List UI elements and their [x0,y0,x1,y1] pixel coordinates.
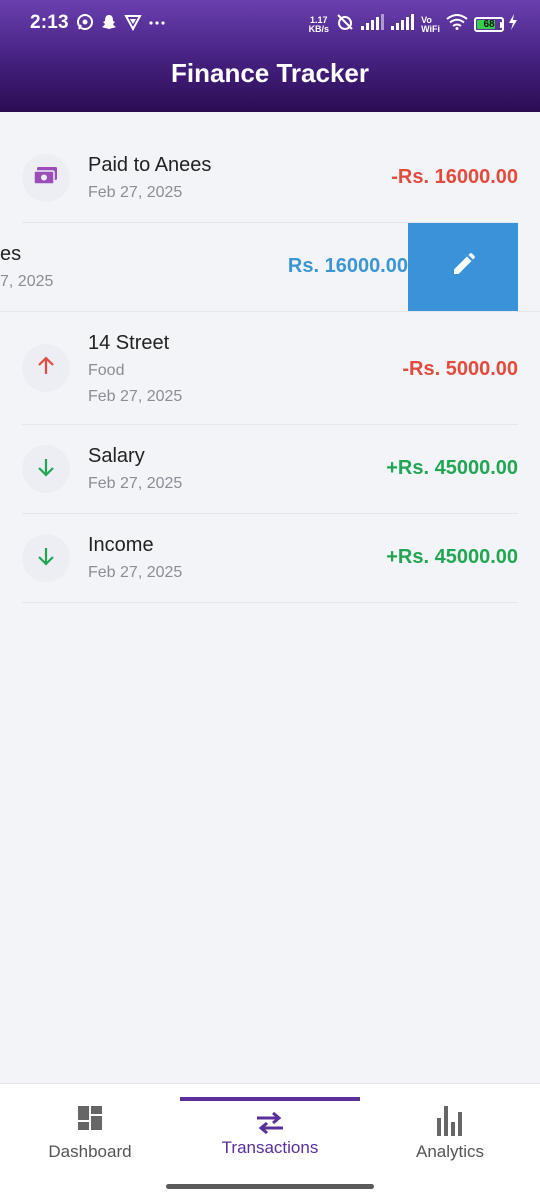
transaction-icon-circle [22,154,70,202]
battery-indicator: 68 [474,17,504,32]
snapchat-icon [100,13,118,36]
nav-label: Transactions [221,1138,319,1157]
transaction-title: 14 Street [88,332,170,354]
more-dots-icon [148,13,166,36]
nav-dashboard[interactable]: Dashboard [0,1084,180,1184]
transaction-date: Feb 27, 2025 [88,184,183,201]
transaction-date: Feb 27, 2025 [88,475,183,492]
app-header: 2:13 1.17 KB/s Vo WiFi 68 Finance Tracke… [0,0,540,112]
charging-bolt-icon [508,14,518,35]
nav-label: Analytics [415,1142,485,1161]
transaction-row[interactable]: Paid to Anees Feb 27, 2025 -Rs. 16000.00 [22,134,518,223]
wifi-text: WiFi [421,23,440,34]
pencil-icon [450,252,476,283]
transaction-row-swiped[interactable]: es 7, 2025 Rs. 16000.00 [0,223,540,312]
nav-analytics[interactable]: Analytics [360,1084,540,1184]
notification-icons [76,13,166,36]
gesture-home-bar[interactable] [166,1184,374,1189]
nav-label: Dashboard [48,1142,132,1161]
transaction-date: Feb 27, 2025 [88,564,183,581]
swiped-row-content[interactable]: es 7, 2025 Rs. 16000.00 [0,223,408,311]
transaction-title: Income [88,534,154,556]
battery-percent: 68 [483,19,495,30]
page-title: Finance Tracker [171,58,369,88]
arrow-down-icon [36,546,56,571]
transaction-amount: +Rs. 45000.00 [386,546,518,568]
wifi-icon [446,14,468,35]
transaction-row[interactable]: Income Feb 27, 2025 +Rs. 45000.00 [22,514,518,603]
vowifi-label: Vo WiFi [421,15,440,34]
system-icons: 1.17 KB/s Vo WiFi 68 [309,12,518,37]
transaction-date-partial: 7, 2025 [0,273,54,290]
transaction-amount: +Rs. 45000.00 [386,457,518,479]
whatsapp-icon [76,13,94,36]
transaction-list: Paid to Anees Feb 27, 2025 -Rs. 16000.00… [0,134,540,603]
dashboard-icon [0,1104,180,1132]
transaction-row[interactable]: 14 Street Food Feb 27, 2025 -Rs. 5000.00 [22,312,518,425]
app-screen: 2:13 1.17 KB/s Vo WiFi 68 Finance Tracke… [0,0,540,1200]
transaction-row[interactable]: Salary Feb 27, 2025 +Rs. 45000.00 [22,425,518,514]
arrow-down-icon [36,457,56,482]
payment-icon [33,165,59,192]
alarm-off-icon [335,12,355,37]
active-tab-indicator [180,1097,360,1101]
transaction-title-partial: es [0,243,22,265]
bottom-navigation: Dashboard Transactions Analytics [0,1083,540,1200]
vpn-shield-icon [124,13,142,36]
transaction-category: Food [88,362,125,379]
status-bar: 2:13 1.17 KB/s Vo WiFi 68 [0,0,540,50]
signal-icon-1 [361,14,385,35]
status-time: 2:13 [30,12,69,33]
network-speed: 1.17 KB/s [308,15,330,34]
transaction-amount: Rs. 16000.00 [287,255,408,277]
nav-transactions[interactable]: Transactions [180,1084,360,1184]
transaction-icon-circle [22,344,70,392]
bar-chart-icon [360,1104,540,1136]
transfer-icon [180,1112,360,1134]
transaction-title: Salary [88,445,145,467]
transaction-title: Paid to Anees [88,154,212,176]
battery-icon: 68 [474,17,504,32]
edit-button[interactable] [408,223,518,311]
transaction-icon-circle [22,445,70,493]
transaction-date: Feb 27, 2025 [88,388,183,405]
transaction-icon-circle [22,534,70,582]
network-speed-unit: KB/s [308,23,330,34]
transaction-amount: -Rs. 16000.00 [391,166,518,188]
arrow-up-icon [36,355,56,381]
signal-icon-2 [391,14,415,35]
transaction-amount: -Rs. 5000.00 [402,358,518,380]
